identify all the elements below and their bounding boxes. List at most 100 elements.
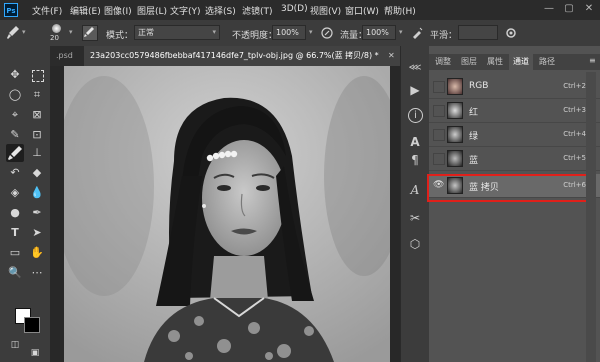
mode-dropdown[interactable]: 正常 ▾ xyxy=(134,25,220,40)
menu-layer[interactable]: 图层(L) xyxy=(137,4,167,17)
close-icon[interactable]: ✕ xyxy=(582,2,596,16)
mode-label: 模式： xyxy=(106,31,134,41)
glyphs-panel-icon[interactable]: A xyxy=(407,182,423,198)
document-image[interactable] xyxy=(64,66,390,362)
opacity-field[interactable]: 100% xyxy=(272,25,306,40)
visibility-toggle[interactable] xyxy=(433,153,445,165)
airbrush-icon[interactable] xyxy=(410,26,424,40)
lasso-tool-icon[interactable]: ◯ xyxy=(6,86,24,104)
channel-thumbnail xyxy=(447,126,463,143)
tab-previous-document[interactable]: .psd xyxy=(50,46,82,66)
flow-field[interactable]: 100% xyxy=(362,25,396,40)
channel-row-red[interactable]: 红 Ctrl+3 xyxy=(429,99,600,123)
active-document-title: 23a203cc0579486fbebbaf417146dfe7_tplv-ob… xyxy=(90,51,379,60)
menu-window[interactable]: 窗口(W) xyxy=(345,4,379,17)
channel-thumbnail xyxy=(447,102,463,119)
type-tool-icon[interactable]: T xyxy=(6,224,24,242)
collapse-panels-icon[interactable]: ⋘ xyxy=(407,60,423,76)
move-tool-icon[interactable]: ✥ xyxy=(6,66,24,84)
minimize-icon[interactable]: — xyxy=(542,2,556,16)
panel-tab-bar: 调整 图层 属性 通道 路径 ≡ xyxy=(429,54,600,70)
info-icon[interactable]: i xyxy=(408,108,423,123)
channels-panel: 调整 图层 属性 通道 路径 ≡ RGB Ctrl+2 红 Ctrl+3 绿 C… xyxy=(429,46,600,362)
tab-layers[interactable]: 图层 xyxy=(457,54,481,70)
blur-tool-icon[interactable]: 💧 xyxy=(28,184,46,202)
menu-file[interactable]: 文件(F) xyxy=(32,4,62,17)
path-select-tool-icon[interactable]: ➤ xyxy=(28,224,46,242)
menu-help[interactable]: 帮助(H) xyxy=(384,4,416,17)
brush-settings-icon[interactable] xyxy=(82,25,98,41)
pressure-opacity-icon[interactable] xyxy=(320,26,334,40)
tab-active-document[interactable]: 23a203cc0579486fbebbaf417146dfe7_tplv-ob… xyxy=(84,46,400,66)
background-color-swatch[interactable] xyxy=(24,317,40,333)
opacity-value: 100% xyxy=(276,28,299,37)
zoom-tool-icon[interactable]: 🔍 xyxy=(6,264,24,282)
channel-row-rgb[interactable]: RGB Ctrl+2 xyxy=(429,75,600,99)
channel-name: 绿 xyxy=(469,132,479,142)
dropdown-arrow-icon[interactable]: ▾ xyxy=(399,28,403,36)
channel-shortcut: Ctrl+2 xyxy=(563,82,586,90)
3d-panel-icon[interactable]: ⬡ xyxy=(407,236,423,252)
dropdown-arrow-icon[interactable]: ▾ xyxy=(22,28,26,36)
rectangle-tool-icon[interactable]: ▭ xyxy=(6,244,24,262)
channel-shortcut: Ctrl+3 xyxy=(563,106,586,114)
panel-menu-icon[interactable]: ≡ xyxy=(589,56,596,65)
gradient-tool-icon[interactable]: ◈ xyxy=(6,184,24,202)
more-tools-icon[interactable]: ⋯ xyxy=(28,264,46,282)
dropdown-arrow-icon[interactable]: ▾ xyxy=(309,28,313,36)
visibility-toggle[interactable] xyxy=(433,129,445,141)
flow-value: 100% xyxy=(366,28,389,37)
brush-preset-picker[interactable]: 20 xyxy=(48,23,66,43)
opacity-label: 不透明度： xyxy=(232,31,278,41)
crop-tool-icon[interactable]: ⌖ xyxy=(6,106,24,124)
frame-tool-icon[interactable]: ⊠ xyxy=(28,106,46,124)
channel-row-blue[interactable]: 蓝 Ctrl+5 xyxy=(429,147,600,171)
mode-value: 正常 xyxy=(138,28,154,37)
menu-edit[interactable]: 编辑(E) xyxy=(70,4,101,17)
brush-tool-icon[interactable] xyxy=(6,144,24,162)
play-action-icon[interactable]: ▶ xyxy=(407,82,423,98)
menu-image[interactable]: 图像(I) xyxy=(104,4,132,17)
menu-select[interactable]: 选择(S) xyxy=(205,4,236,17)
menu-type[interactable]: 文字(Y) xyxy=(170,4,201,17)
brush-tip-icon xyxy=(52,24,61,33)
visibility-toggle[interactable] xyxy=(433,105,445,117)
close-tab-icon[interactable]: ✕ xyxy=(388,51,395,60)
marquee-tool-icon[interactable] xyxy=(28,66,46,84)
channel-name: RGB xyxy=(469,81,489,91)
healing-tool-icon[interactable]: ⊡ xyxy=(28,126,46,144)
history-brush-tool-icon[interactable]: ↶ xyxy=(6,164,24,182)
selection-highlight-box xyxy=(427,174,588,202)
panel-scrollbar[interactable] xyxy=(586,72,596,362)
tab-channels[interactable]: 通道 xyxy=(509,54,533,70)
channel-row-green[interactable]: 绿 Ctrl+4 xyxy=(429,123,600,147)
pen-tool-icon[interactable]: ✒ xyxy=(28,204,46,222)
tools-settings-icon[interactable]: ✂ xyxy=(407,210,423,226)
dropdown-arrow-icon[interactable]: ▾ xyxy=(69,28,73,36)
eraser-tool-icon[interactable]: ◆ xyxy=(28,164,46,182)
paragraph-panel-icon[interactable]: ¶ xyxy=(407,152,423,168)
quick-mask-icon[interactable]: ◫ xyxy=(6,336,24,354)
dodge-tool-icon[interactable]: ● xyxy=(6,204,24,222)
visibility-toggle[interactable] xyxy=(433,81,445,93)
portrait-image xyxy=(64,66,390,362)
smoothing-field[interactable] xyxy=(458,25,498,40)
menu-filter[interactable]: 滤镜(T) xyxy=(242,4,273,17)
channel-shortcut: Ctrl+4 xyxy=(563,130,586,138)
brush-tool-icon[interactable] xyxy=(6,25,20,41)
menu-view[interactable]: 视图(V) xyxy=(310,4,341,17)
brush-settings-glyph xyxy=(84,27,94,37)
restore-icon[interactable]: ▢ xyxy=(562,2,576,16)
menu-3d[interactable]: 3D(D) xyxy=(281,4,308,14)
tab-paths[interactable]: 路径 xyxy=(535,54,559,70)
screen-mode-icon[interactable]: ▣ xyxy=(26,344,44,362)
brush-glyph xyxy=(8,146,22,160)
tab-adjustments[interactable]: 调整 xyxy=(431,54,455,70)
eyedropper-tool-icon[interactable]: ✎ xyxy=(6,126,24,144)
hand-tool-icon[interactable]: ✋ xyxy=(28,244,46,262)
smoothing-settings-icon[interactable] xyxy=(504,26,518,40)
stamp-tool-icon[interactable]: ⊥ xyxy=(28,144,46,162)
quick-select-tool-icon[interactable]: ⌗ xyxy=(28,86,46,104)
character-panel-icon[interactable]: A xyxy=(407,134,423,150)
tab-properties[interactable]: 属性 xyxy=(483,54,507,70)
